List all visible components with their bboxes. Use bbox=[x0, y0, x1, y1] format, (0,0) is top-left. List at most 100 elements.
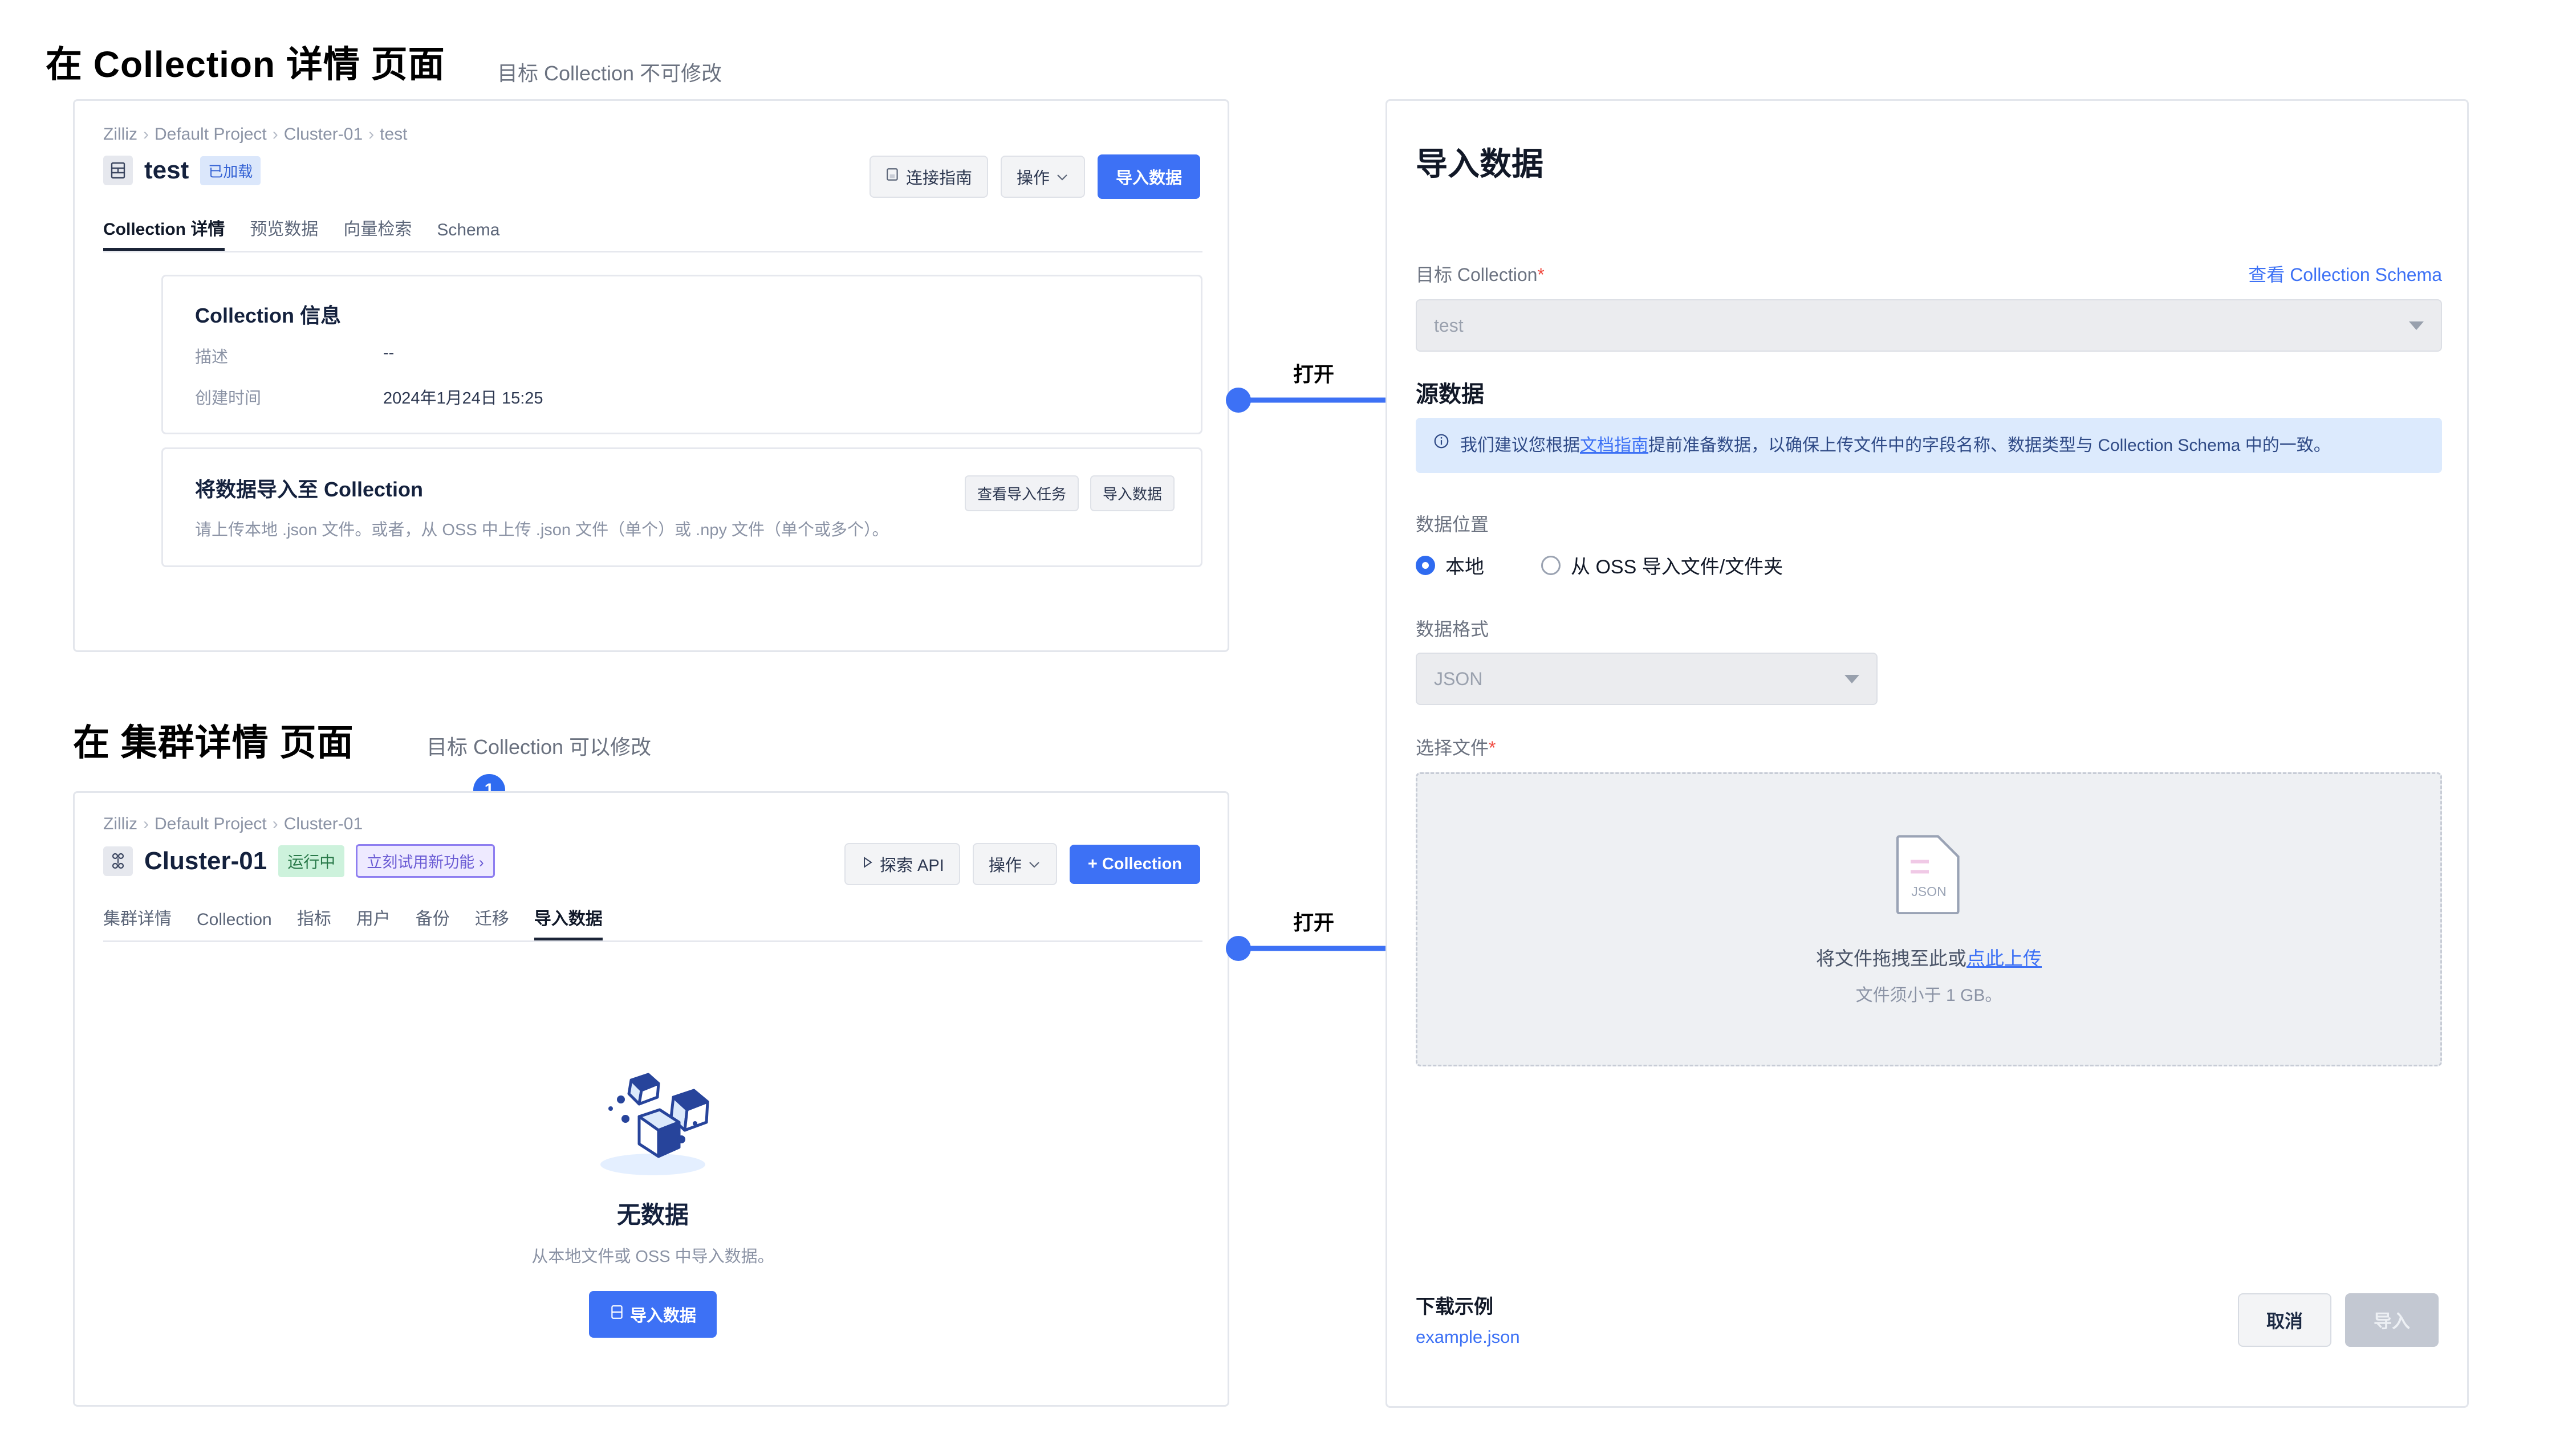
import-data-button[interactable]: 导入数据 bbox=[1097, 154, 1200, 199]
info-value: -- bbox=[383, 344, 395, 362]
chevron-down-icon bbox=[1844, 674, 1859, 683]
info-row-created-at: 创建时间 2024年1月24日 15:25 bbox=[195, 385, 543, 409]
empty-state-import-label: 导入数据 bbox=[629, 1307, 696, 1325]
info-key: 创建时间 bbox=[195, 389, 262, 408]
tab-collection[interactable]: Collection bbox=[197, 910, 272, 940]
breadcrumb-item-collection[interactable]: test bbox=[380, 125, 407, 144]
source-data-heading: 源数据 bbox=[1416, 382, 1484, 407]
tab-preview-data[interactable]: 预览数据 bbox=[250, 215, 318, 251]
data-format-select[interactable]: JSON bbox=[1416, 653, 1878, 705]
explore-api-button[interactable]: 探索 API bbox=[844, 843, 960, 885]
cubes-empty-icon bbox=[573, 1066, 733, 1183]
dropzone-primary-text: 将文件拖拽至此或点此上传 bbox=[1816, 943, 2042, 971]
empty-state: 无数据 从本地文件或 OSS 中导入数据。 导入数据 bbox=[75, 1066, 1231, 1338]
breadcrumb-item-org[interactable]: Zilliz bbox=[103, 814, 137, 833]
section1-note: 目标 Collection 不可修改 bbox=[497, 62, 722, 85]
cluster-detail-panel: Zilliz › Default Project › Cluster-01 Cluste… bbox=[73, 791, 1229, 1407]
tab-migration[interactable]: 迁移 bbox=[475, 905, 509, 940]
svg-text:JSON: JSON bbox=[1911, 884, 1947, 899]
radio-dot bbox=[1541, 555, 1561, 575]
data-location-label: 数据位置 bbox=[1416, 514, 1489, 535]
monitor-icon bbox=[885, 167, 900, 186]
arrow1-label: 打开 bbox=[1293, 362, 1335, 386]
upload-here-link[interactable]: 点此上传 bbox=[1966, 948, 2042, 969]
actions-dropdown-button[interactable]: 操作 bbox=[1000, 156, 1085, 198]
chevron-down-icon bbox=[1027, 855, 1041, 874]
play-icon bbox=[860, 855, 874, 874]
dropzone-text-before: 将文件拖拽至此或 bbox=[1816, 947, 1966, 969]
empty-state-title: 无数据 bbox=[616, 1201, 689, 1228]
radio-oss-label: 从 OSS 导入文件/文件夹 bbox=[1571, 556, 1783, 578]
alert-text-before: 我们建议您根据 bbox=[1460, 436, 1580, 455]
view-import-tasks-button[interactable]: 查看导入任务 bbox=[964, 475, 1079, 511]
tab-schema[interactable]: Schema bbox=[437, 221, 499, 251]
info-icon bbox=[1433, 433, 1450, 458]
data-format-value: JSON bbox=[1434, 668, 1483, 689]
breadcrumb-sep: › bbox=[143, 125, 149, 144]
dropzone-size-hint: 文件须小于 1 GB。 bbox=[1855, 985, 2002, 1005]
data-location-radio-group: 本地 从 OSS 导入文件/文件夹 bbox=[1416, 551, 1783, 579]
import-card-heading: 将数据导入至 Collection bbox=[195, 478, 424, 501]
choose-file-label: 选择文件* bbox=[1416, 734, 1496, 760]
chevron-down-icon bbox=[1055, 168, 1069, 186]
radio-local-label: 本地 bbox=[1445, 556, 1484, 578]
cluster-title-row: Cluster-01 运行中 立刻试用新功能 › bbox=[103, 844, 495, 878]
cluster-actions-dropdown-button[interactable]: 操作 bbox=[972, 843, 1057, 885]
collection-icon bbox=[103, 156, 133, 185]
submit-import-button: 导入 bbox=[2345, 1293, 2439, 1347]
tab-backup[interactable]: 备份 bbox=[416, 905, 450, 940]
import-card-actions: 查看导入任务 导入数据 bbox=[964, 475, 1175, 511]
collection-header-actions: 连接指南 操作 导入数据 bbox=[869, 154, 1200, 199]
radio-oss[interactable]: 从 OSS 导入文件/文件夹 bbox=[1541, 551, 1783, 579]
breadcrumb-sep: › bbox=[143, 814, 149, 833]
screenshot-root: 在 Collection 详情 页面 目标 Collection 不可修改 Zi… bbox=[0, 0, 2576, 1450]
file-dropzone[interactable]: JSON 将文件拖拽至此或点此上传 文件须小于 1 GB。 bbox=[1416, 772, 2442, 1066]
cancel-button[interactable]: 取消 bbox=[2237, 1293, 2331, 1347]
breadcrumb: Zilliz › Default Project › Cluster-01 › test bbox=[103, 125, 408, 144]
tab-metrics[interactable]: 指标 bbox=[297, 905, 331, 940]
chevron-down-icon bbox=[2409, 321, 2424, 330]
tab-vector-search[interactable]: 向量检索 bbox=[343, 215, 412, 251]
info-row-description: 描述 -- bbox=[195, 344, 394, 368]
info-key: 描述 bbox=[195, 348, 229, 366]
breadcrumb-item-project[interactable]: Default Project bbox=[155, 125, 267, 144]
empty-state-import-button[interactable]: 导入数据 bbox=[588, 1291, 717, 1338]
connect-guide-button[interactable]: 连接指南 bbox=[869, 156, 988, 198]
arrow2-label: 打开 bbox=[1293, 911, 1335, 934]
required-mark: * bbox=[1489, 738, 1496, 758]
example-json-link[interactable]: example.json bbox=[1416, 1327, 1520, 1347]
collection-info-heading: Collection 信息 bbox=[195, 304, 342, 327]
target-collection-label-text: 目标 Collection bbox=[1416, 264, 1538, 285]
add-collection-button[interactable]: + Collection bbox=[1069, 844, 1200, 884]
choose-file-label-text: 选择文件 bbox=[1416, 738, 1489, 758]
empty-state-subtitle: 从本地文件或 OSS 中导入数据。 bbox=[531, 1248, 774, 1266]
doc-guide-link[interactable]: 文档指南 bbox=[1580, 436, 1648, 455]
target-collection-label-row: 目标 Collection* 查看 Collection Schema bbox=[1416, 260, 2442, 287]
tab-import-data[interactable]: 导入数据 bbox=[534, 905, 603, 940]
import-to-collection-card: 将数据导入至 Collection 请上传本地 .json 文件。或者，从 OS… bbox=[161, 447, 1202, 567]
radio-local[interactable]: 本地 bbox=[1416, 551, 1484, 579]
view-collection-schema-link[interactable]: 查看 Collection Schema bbox=[2248, 260, 2442, 287]
import-data-card-button[interactable]: 导入数据 bbox=[1090, 475, 1175, 511]
cluster-actions-label: 操作 bbox=[988, 857, 1022, 875]
cluster-title: Cluster-01 bbox=[144, 846, 267, 875]
tab-cluster-detail[interactable]: 集群详情 bbox=[103, 905, 172, 940]
section2-note: 目标 Collection 可以修改 bbox=[426, 735, 652, 759]
breadcrumb-item-project[interactable]: Default Project bbox=[155, 814, 267, 833]
dialog-footer-actions: 取消 导入 bbox=[2237, 1293, 2439, 1347]
tab-collection-detail[interactable]: Collection 详情 bbox=[103, 215, 225, 251]
tab-users[interactable]: 用户 bbox=[356, 905, 391, 940]
dialog-title: 导入数据 bbox=[1416, 146, 1543, 182]
connect-guide-label: 连接指南 bbox=[905, 169, 972, 188]
cluster-status-badge: 运行中 bbox=[278, 845, 345, 877]
breadcrumb-item-org[interactable]: Zilliz bbox=[103, 125, 137, 144]
source-data-alert: 我们建议您根据文档指南提前准备数据，以确保上传文件中的字段名称、数据类型与 Co… bbox=[1416, 418, 2442, 473]
import-card-description: 请上传本地 .json 文件。或者，从 OSS 中上传 .json 文件（单个）… bbox=[195, 521, 889, 539]
page-title: test bbox=[144, 156, 189, 184]
breadcrumb-item-cluster[interactable]: Cluster-01 bbox=[284, 125, 363, 144]
target-collection-select[interactable]: test bbox=[1416, 299, 2442, 352]
cluster-breadcrumb: Zilliz › Default Project › Cluster-01 bbox=[103, 814, 363, 834]
target-collection-value: test bbox=[1434, 315, 1464, 336]
try-new-feature-badge[interactable]: 立刻试用新功能 › bbox=[356, 844, 495, 878]
breadcrumb-item-cluster[interactable]: Cluster-01 bbox=[284, 814, 363, 833]
